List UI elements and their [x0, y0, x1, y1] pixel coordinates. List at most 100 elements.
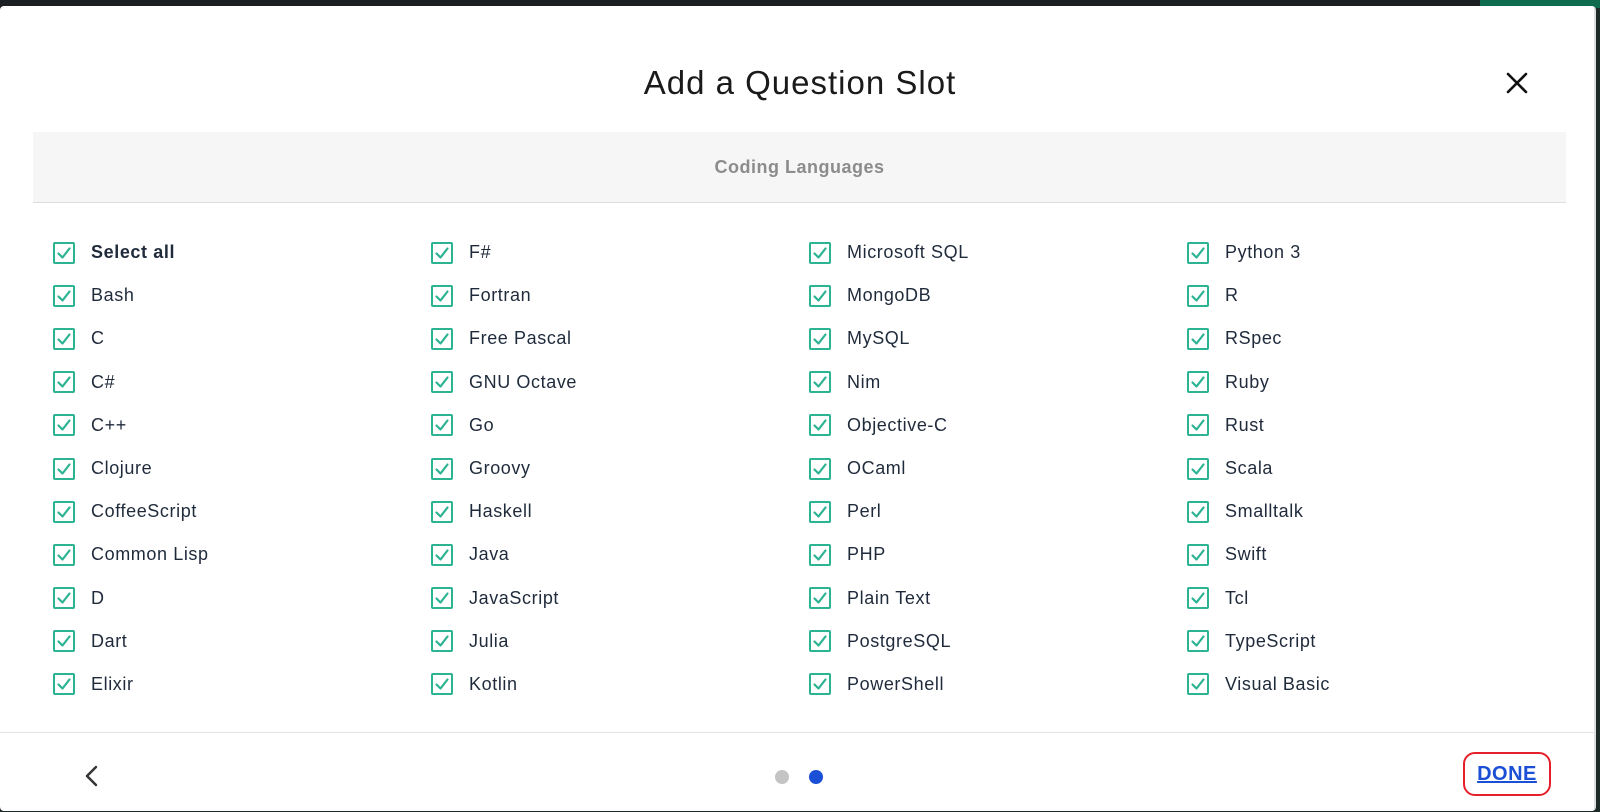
language-option[interactable]: Java — [431, 533, 809, 576]
language-option[interactable]: Bash — [53, 274, 431, 317]
language-option[interactable]: C++ — [53, 404, 431, 447]
language-option[interactable]: Tcl — [1187, 577, 1565, 620]
checkbox[interactable] — [53, 630, 75, 653]
checkbox[interactable] — [53, 500, 75, 523]
checkbox[interactable] — [1187, 630, 1209, 653]
option-label: Plain Text — [847, 587, 931, 608]
checkbox[interactable] — [431, 371, 453, 394]
checkbox[interactable] — [1187, 284, 1209, 307]
language-option[interactable]: Kotlin — [431, 663, 809, 706]
checkbox[interactable] — [431, 327, 453, 350]
checkbox[interactable] — [53, 327, 75, 350]
language-option[interactable]: Julia — [431, 620, 809, 663]
language-option[interactable]: OCaml — [809, 447, 1187, 490]
pagination-dot-active[interactable] — [809, 770, 823, 784]
checkbox[interactable] — [431, 543, 453, 566]
checkbox[interactable] — [431, 673, 453, 696]
language-option[interactable]: CoffeeScript — [53, 490, 431, 533]
checkbox[interactable] — [1187, 241, 1209, 264]
language-option[interactable]: R — [1187, 274, 1565, 317]
checkbox[interactable] — [53, 543, 75, 566]
option-label: Smalltalk — [1225, 501, 1304, 522]
language-option[interactable]: Smalltalk — [1187, 490, 1565, 533]
checkbox[interactable] — [809, 241, 831, 264]
checkbox[interactable] — [809, 543, 831, 566]
language-option[interactable]: Ruby — [1187, 361, 1565, 404]
checkbox[interactable] — [809, 414, 831, 437]
checkbox[interactable] — [809, 284, 831, 307]
language-option[interactable]: Swift — [1187, 533, 1565, 576]
back-button[interactable] — [80, 761, 104, 791]
checkmark-icon — [1191, 549, 1205, 561]
select-all-option[interactable]: Select all — [53, 231, 431, 274]
checkbox[interactable] — [809, 500, 831, 523]
checkbox[interactable] — [53, 414, 75, 437]
language-option[interactable]: PowerShell — [809, 663, 1187, 706]
done-button[interactable]: DONE — [1477, 763, 1537, 786]
language-option[interactable]: Free Pascal — [431, 317, 809, 360]
checkbox[interactable] — [1187, 327, 1209, 350]
language-option[interactable]: MongoDB — [809, 274, 1187, 317]
checkbox[interactable] — [431, 630, 453, 653]
checkbox[interactable] — [809, 673, 831, 696]
language-option[interactable]: Scala — [1187, 447, 1565, 490]
language-option[interactable]: Dart — [53, 620, 431, 663]
language-option[interactable]: GNU Octave — [431, 361, 809, 404]
checkbox[interactable] — [53, 371, 75, 394]
language-option[interactable]: F# — [431, 231, 809, 274]
language-option[interactable]: PHP — [809, 533, 1187, 576]
language-option[interactable]: Common Lisp — [53, 533, 431, 576]
checkbox[interactable] — [809, 630, 831, 653]
language-option[interactable]: Clojure — [53, 447, 431, 490]
option-label: Elixir — [91, 673, 134, 694]
checkbox[interactable] — [1187, 500, 1209, 523]
checkbox[interactable] — [1187, 543, 1209, 566]
checkbox[interactable] — [53, 673, 75, 696]
language-option[interactable]: PostgreSQL — [809, 620, 1187, 663]
checkbox[interactable] — [809, 371, 831, 394]
close-button[interactable] — [1502, 68, 1532, 98]
language-option[interactable]: Perl — [809, 490, 1187, 533]
checkbox[interactable] — [431, 587, 453, 610]
checkmark-icon — [57, 290, 71, 302]
checkbox[interactable] — [809, 587, 831, 610]
language-option[interactable]: Rust — [1187, 404, 1565, 447]
option-label: PHP — [847, 544, 886, 565]
language-option[interactable]: Plain Text — [809, 577, 1187, 620]
language-option[interactable]: Haskell — [431, 490, 809, 533]
language-option[interactable]: C — [53, 317, 431, 360]
checkbox[interactable] — [809, 327, 831, 350]
checkbox[interactable] — [1187, 414, 1209, 437]
language-option[interactable]: Nim — [809, 361, 1187, 404]
checkbox[interactable] — [809, 457, 831, 480]
checkbox[interactable] — [431, 457, 453, 480]
language-option[interactable]: MySQL — [809, 317, 1187, 360]
checkbox[interactable] — [1187, 673, 1209, 696]
checkbox[interactable] — [431, 284, 453, 307]
language-option[interactable]: JavaScript — [431, 577, 809, 620]
language-option[interactable]: Groovy — [431, 447, 809, 490]
language-option[interactable]: TypeScript — [1187, 620, 1565, 663]
checkbox[interactable] — [53, 284, 75, 307]
language-option[interactable]: Microsoft SQL — [809, 231, 1187, 274]
checkmark-icon — [1191, 376, 1205, 388]
language-option[interactable]: Objective-C — [809, 404, 1187, 447]
language-option[interactable]: Elixir — [53, 663, 431, 706]
checkbox[interactable] — [431, 241, 453, 264]
checkbox[interactable] — [1187, 457, 1209, 480]
language-option[interactable]: C# — [53, 361, 431, 404]
language-option[interactable]: Visual Basic — [1187, 663, 1565, 706]
checkbox[interactable] — [1187, 371, 1209, 394]
language-option[interactable]: D — [53, 577, 431, 620]
pagination-dot[interactable] — [775, 770, 789, 784]
checkbox[interactable] — [431, 500, 453, 523]
checkbox[interactable] — [431, 414, 453, 437]
language-option[interactable]: Go — [431, 404, 809, 447]
checkbox[interactable] — [53, 587, 75, 610]
language-option[interactable]: Python 3 — [1187, 231, 1565, 274]
checkbox[interactable] — [53, 241, 75, 264]
language-option[interactable]: Fortran — [431, 274, 809, 317]
language-option[interactable]: RSpec — [1187, 317, 1565, 360]
checkbox[interactable] — [1187, 587, 1209, 610]
checkbox[interactable] — [53, 457, 75, 480]
